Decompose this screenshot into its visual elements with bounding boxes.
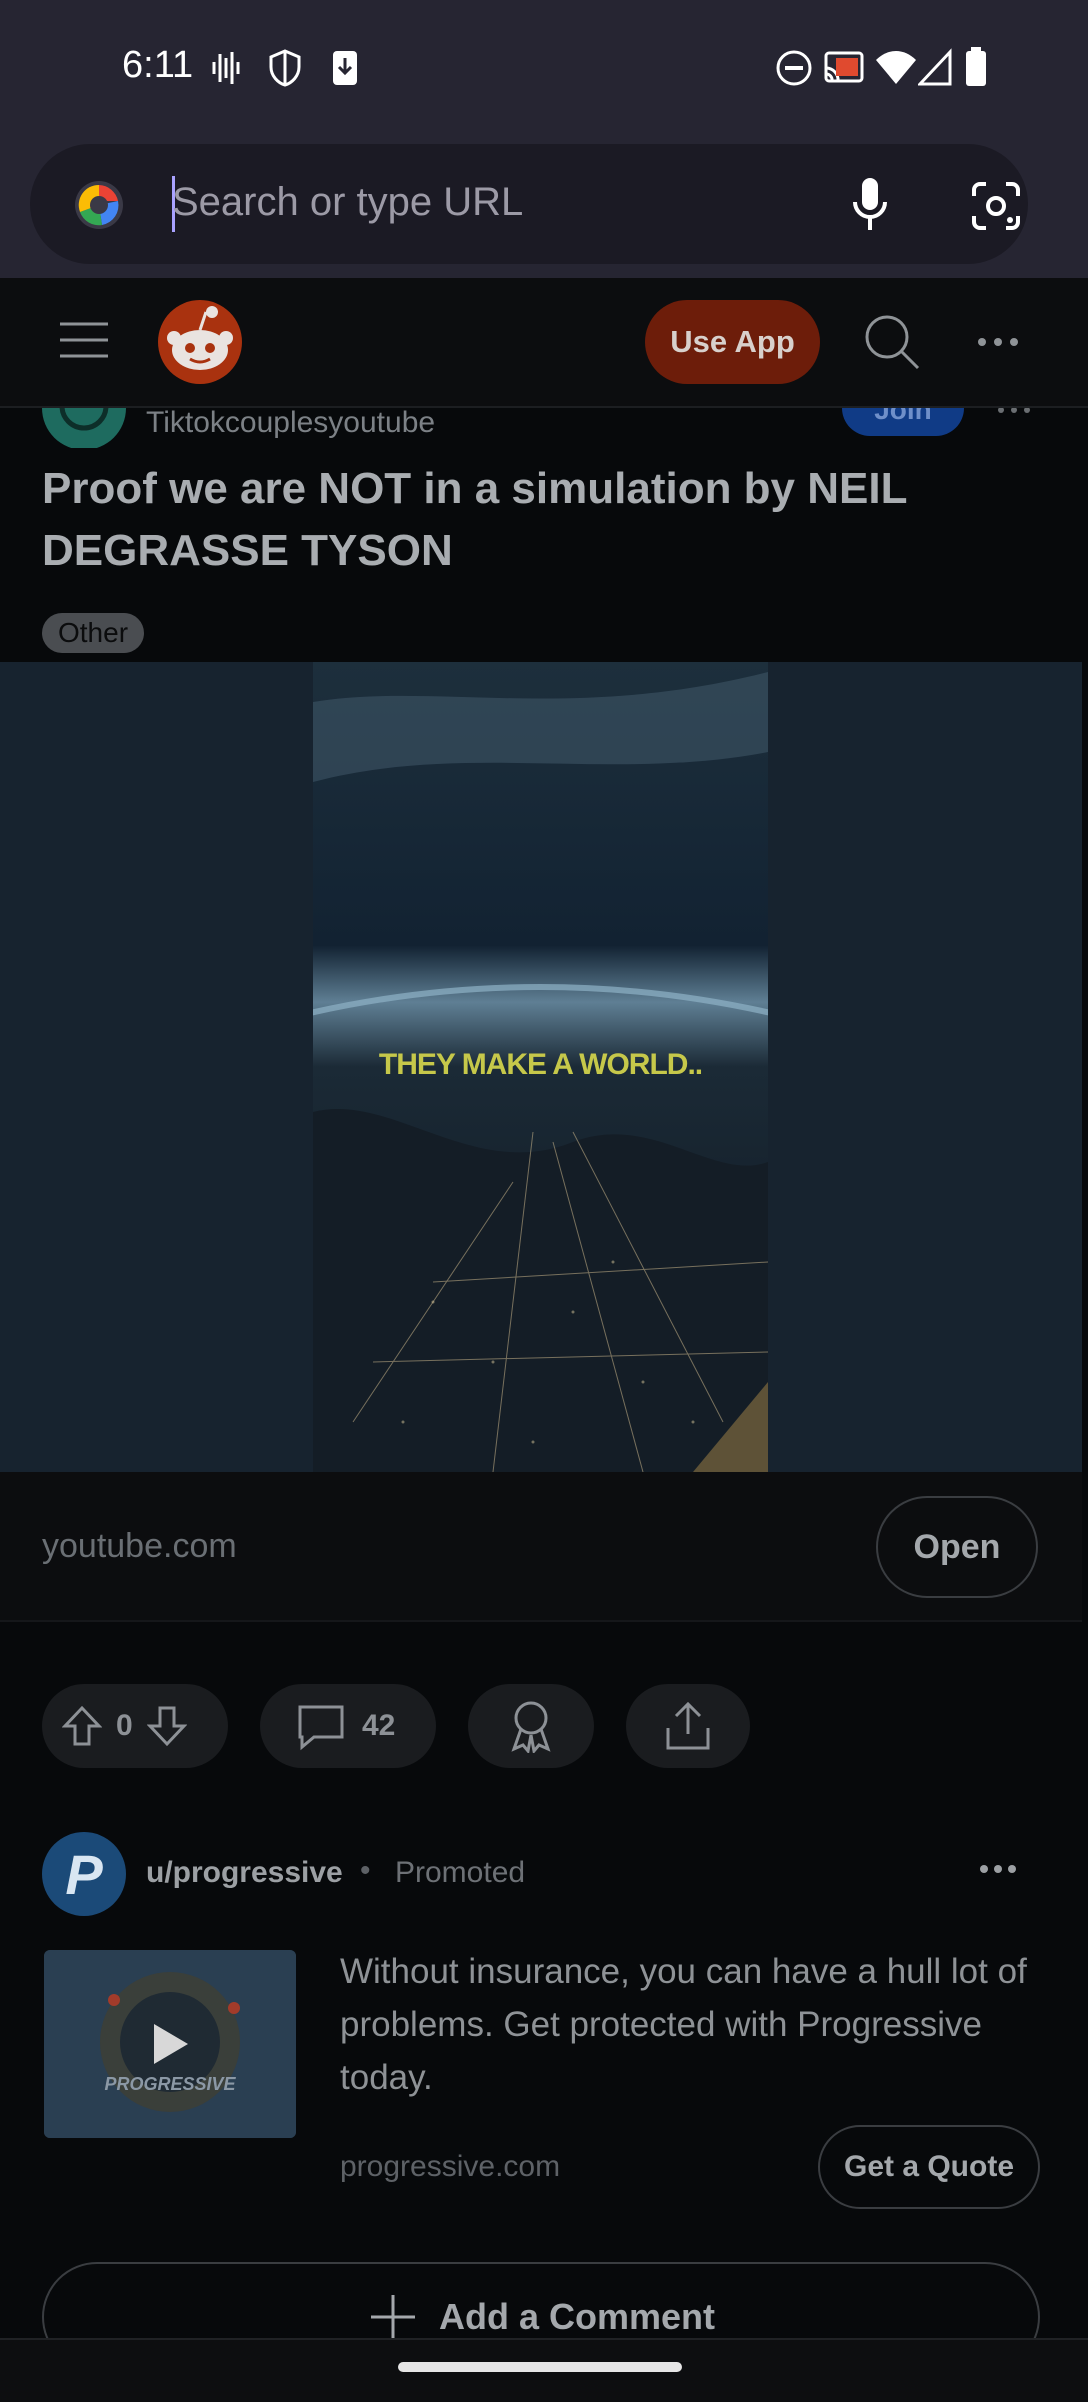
subreddit-name[interactable]: Tiktokcouplesyoutube: [146, 406, 435, 440]
award-button[interactable]: [468, 1684, 594, 1768]
separator-dot: •: [360, 1854, 371, 1887]
advertiser-avatar[interactable]: P: [42, 1832, 126, 1916]
battery-icon: [966, 47, 986, 86]
join-button[interactable]: Join: [842, 408, 964, 436]
sound-wave-icon: [212, 52, 240, 84]
use-app-button[interactable]: Use App: [645, 300, 820, 384]
join-label: Join: [874, 408, 932, 425]
post-more-icon[interactable]: [996, 408, 1032, 416]
thumbnail-brand: PROGRESSIVE: [104, 2074, 236, 2094]
url-input[interactable]: Search or type URL: [172, 180, 523, 225]
link-domain[interactable]: youtube.com: [42, 1527, 237, 1566]
do-not-disturb-icon: [776, 50, 812, 86]
advertiser-name[interactable]: u/progressive: [146, 1856, 343, 1890]
play-icon: [154, 2024, 188, 2064]
plus-icon: [370, 2295, 415, 2339]
share-icon: [666, 1701, 710, 1750]
search-icon[interactable]: [862, 312, 922, 372]
add-comment-label: Add a Comment: [438, 2296, 715, 2337]
upvote-icon[interactable]: [62, 1705, 102, 1747]
subreddit-avatar-clip: [42, 408, 126, 448]
download-notification-icon: [333, 51, 357, 85]
post-flair[interactable]: Other: [42, 613, 145, 653]
microphone-icon[interactable]: [848, 176, 892, 234]
gesture-handle[interactable]: [398, 2362, 682, 2372]
post-title[interactable]: Proof we are NOT in a simulation by NEIL…: [42, 458, 1002, 582]
hamburger-menu-icon[interactable]: [58, 318, 110, 362]
get-a-quote-button[interactable]: Get a Quote: [818, 2125, 1040, 2209]
cell-signal-icon: [918, 48, 952, 86]
vote-pill: 0: [42, 1684, 228, 1768]
comment-icon: [298, 1705, 344, 1751]
ad-body-text[interactable]: Without insurance, you can have a hull l…: [340, 1945, 1040, 2104]
open-button[interactable]: Open: [876, 1496, 1038, 1598]
share-button[interactable]: [626, 1684, 750, 1768]
ad-domain[interactable]: progressive.com: [340, 2150, 560, 2184]
reddit-logo-icon[interactable]: [156, 298, 244, 386]
ad-more-icon[interactable]: [978, 1862, 1018, 1876]
promoted-label: Promoted: [395, 1856, 526, 1889]
shield-icon: [269, 49, 301, 87]
downvote-icon[interactable]: [146, 1705, 187, 1747]
video-caption: THEY MAKE A WORLD..: [378, 1048, 703, 1081]
google-logo-icon[interactable]: [72, 178, 126, 232]
comment-count: 42: [362, 1709, 396, 1742]
status-time: 6:11: [122, 44, 194, 86]
cast-icon: [824, 51, 864, 83]
ad-video-thumbnail[interactable]: PROGRESSIVE: [44, 1950, 296, 2138]
vote-count: 0: [116, 1709, 133, 1742]
wifi-icon: [876, 51, 916, 84]
subreddit-avatar-icon[interactable]: [42, 408, 126, 448]
award-icon: [511, 1701, 551, 1753]
comments-button[interactable]: 42: [260, 1684, 436, 1768]
more-options-icon[interactable]: [976, 332, 1020, 352]
google-lens-icon[interactable]: [970, 180, 1022, 232]
